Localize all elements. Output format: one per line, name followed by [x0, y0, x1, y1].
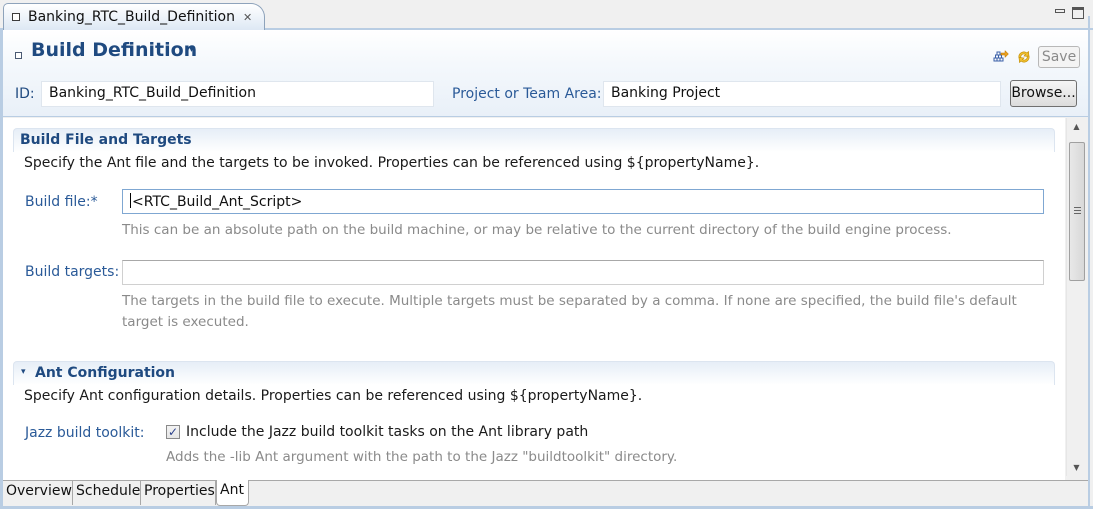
id-field[interactable]: Banking_RTC_Build_Definition — [41, 81, 434, 107]
build-targets-input[interactable] — [122, 260, 1044, 285]
form-body: Build File and Targets Specify the Ant f… — [3, 118, 1065, 480]
build-definition-icon — [12, 13, 20, 21]
build-definition-icon — [15, 52, 22, 59]
text-caret — [130, 193, 131, 208]
editor-tab[interactable]: Banking_RTC_Build_Definition ✕ — [3, 3, 265, 30]
deploy-icon[interactable] — [993, 49, 1009, 65]
ant-config-section-description: Specify Ant configuration details. Prope… — [24, 388, 643, 404]
scrollbar-thumb[interactable] — [1069, 142, 1085, 281]
build-targets-hint: The targets in the build file to execute… — [122, 293, 1017, 330]
build-file-hint: This can be an absolute path on the buil… — [122, 222, 952, 238]
scroll-up-icon[interactable]: ▲ — [1067, 118, 1086, 135]
refresh-icon[interactable] — [1016, 49, 1032, 65]
grip-line — [1074, 210, 1081, 211]
build-file-value: <RTC_Build_Ant_Script> — [132, 194, 303, 210]
editor-window: Banking_RTC_Build_Definition ✕ Build Def… — [0, 0, 1093, 509]
expand-twisty-icon[interactable]: ▾ — [21, 367, 26, 377]
maximize-icon[interactable] — [1072, 7, 1084, 19]
grip-line — [1074, 207, 1081, 208]
page-tabs: Overview Schedule Properties Ant — [3, 480, 1088, 506]
minimize-icon[interactable] — [1055, 9, 1065, 13]
build-file-label: Build file:* — [25, 194, 98, 210]
ant-config-section-title: Ant Configuration — [35, 365, 176, 381]
tab-properties[interactable]: Properties — [141, 481, 216, 505]
tab-overview[interactable]: Overview — [3, 481, 73, 505]
scroll-down-icon[interactable]: ▼ — [1067, 459, 1086, 476]
include-toolkit-checkbox-label[interactable]: Include the Jazz build toolkit tasks on … — [186, 424, 588, 440]
browse-button[interactable]: Browse... — [1010, 80, 1077, 107]
tab-schedule[interactable]: Schedule — [73, 481, 141, 505]
tab-ant[interactable]: Ant — [216, 480, 249, 506]
build-file-input[interactable]: <RTC_Build_Ant_Script> — [122, 189, 1044, 214]
frame-border-right — [1088, 16, 1090, 506]
build-file-section-description: Specify the Ant file and the targets to … — [24, 155, 760, 171]
jazz-build-toolkit-label: Jazz build toolkit: — [25, 425, 145, 441]
page-title: Build Definition — [31, 39, 198, 61]
close-icon[interactable]: ✕ — [243, 11, 252, 24]
form-header: Build Definition ▾ Save ID: Banking_RTC_… — [3, 30, 1088, 117]
editor-tab-title: Banking_RTC_Build_Definition — [28, 9, 235, 25]
vertical-scrollbar[interactable]: ▲ ▼ — [1066, 118, 1086, 476]
save-button[interactable]: Save — [1038, 46, 1080, 68]
build-targets-label: Build targets: — [25, 264, 120, 280]
id-label: ID: — [15, 86, 35, 102]
jazz-build-toolkit-hint: Adds the -lib Ant argument with the path… — [166, 449, 678, 465]
build-file-section-title: Build File and Targets — [20, 132, 192, 148]
chevron-down-icon[interactable]: ▾ — [189, 44, 194, 55]
project-area-label: Project or Team Area: — [452, 86, 602, 102]
grip-line — [1074, 213, 1081, 214]
project-area-field[interactable]: Banking Project — [603, 81, 1001, 107]
include-toolkit-checkbox[interactable]: ✓ — [166, 425, 180, 439]
